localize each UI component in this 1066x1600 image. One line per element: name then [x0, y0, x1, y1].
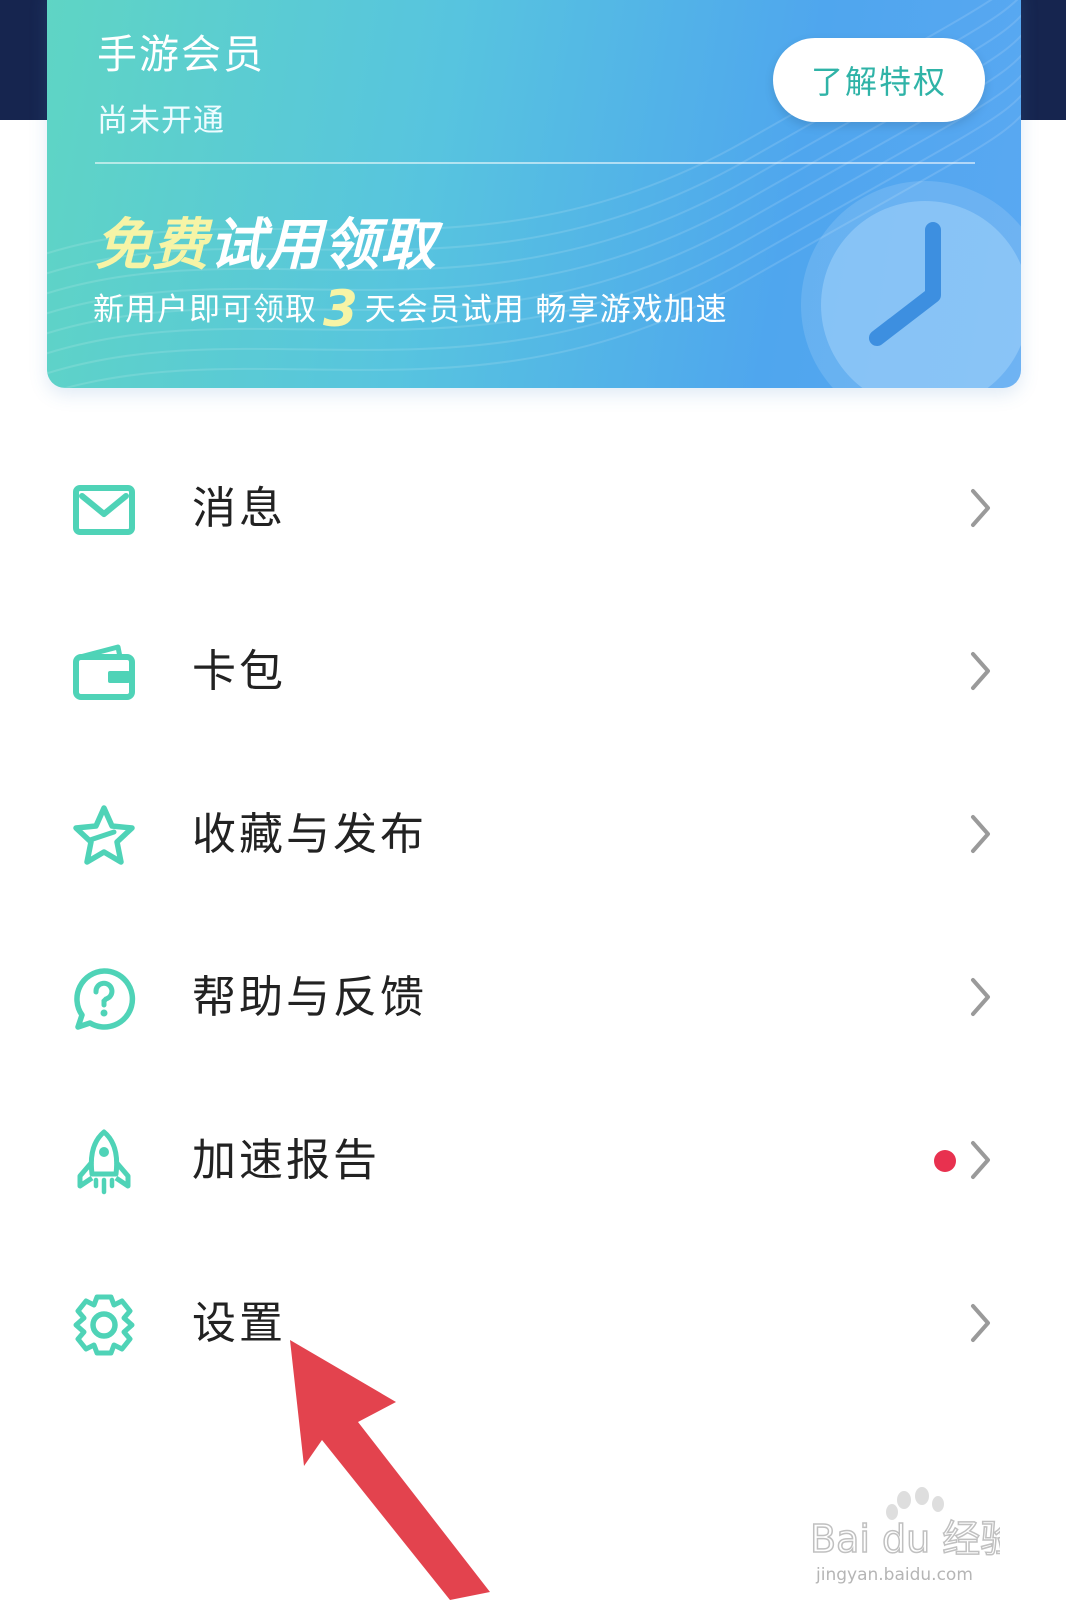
menu-item-help-feedback[interactable]: 帮助与反馈 [0, 917, 1066, 1080]
menu-item-favorites[interactable]: 收藏与发布 [0, 754, 1066, 917]
annotation-arrow-icon [290, 1340, 490, 1600]
promo-sub-prefix: 新用户即可领取 [93, 292, 317, 328]
menu-item-label: 消息 [192, 483, 286, 534]
notification-dot [934, 1150, 956, 1172]
help-bubble-icon [74, 968, 136, 1030]
star-icon [73, 805, 135, 865]
menu-item-label: 设置 [192, 1298, 286, 1349]
chevron-right-icon [971, 489, 990, 527]
member-status: 尚未开通 [97, 103, 225, 139]
clock-icon [801, 181, 1021, 388]
promo-title[interactable]: 免费试用领取 [95, 200, 437, 281]
promo-sub-suffix: 天会员试用 畅享游戏加速 [364, 292, 728, 328]
member-card-title: 手游会员 [97, 32, 265, 78]
chevron-right-icon [971, 1304, 990, 1342]
menu-item-settings[interactable]: 设置 [0, 1243, 1066, 1406]
promo-days: 3 [323, 280, 359, 338]
chevron-right-icon [971, 978, 990, 1016]
chevron-right-icon [971, 815, 990, 853]
baidu-jingyan-watermark: Bai du 经验 jingyan.baidu.com [810, 1487, 1000, 1585]
gear-icon [73, 1294, 135, 1356]
learn-privileges-button[interactable]: 了解特权 [773, 38, 985, 122]
menu-item-speed-report[interactable]: 加速报告 [0, 1080, 1066, 1243]
menu-item-label: 帮助与反馈 [192, 972, 427, 1023]
menu-item-label: 加速报告 [192, 1135, 380, 1186]
rocket-icon [77, 1129, 131, 1195]
chevron-right-icon [971, 652, 990, 690]
promo-title-rest: 试用领取 [209, 213, 437, 278]
menu-item-wallet[interactable]: 卡包 [0, 591, 1066, 754]
wallet-icon [73, 644, 135, 700]
watermark-brand: Bai du 经验 [810, 1517, 1000, 1561]
menu-item-messages[interactable]: 消息 [0, 428, 1066, 591]
promo-title-highlight: 免费 [95, 213, 209, 278]
card-divider [95, 162, 975, 164]
mail-icon [73, 485, 135, 535]
menu-item-label: 卡包 [192, 646, 286, 697]
promo-subtitle: 新用户即可领取 3 天会员试用 畅享游戏加速 [93, 280, 728, 338]
menu-item-label: 收藏与发布 [192, 809, 427, 860]
chevron-right-icon [971, 1141, 990, 1179]
member-card[interactable]: 手游会员 尚未开通 了解特权 免费试用领取 新用户即可领取 3 天会员试用 畅享游戏… [47, 0, 1021, 388]
watermark-url: jingyan.baidu.com [815, 1565, 973, 1585]
